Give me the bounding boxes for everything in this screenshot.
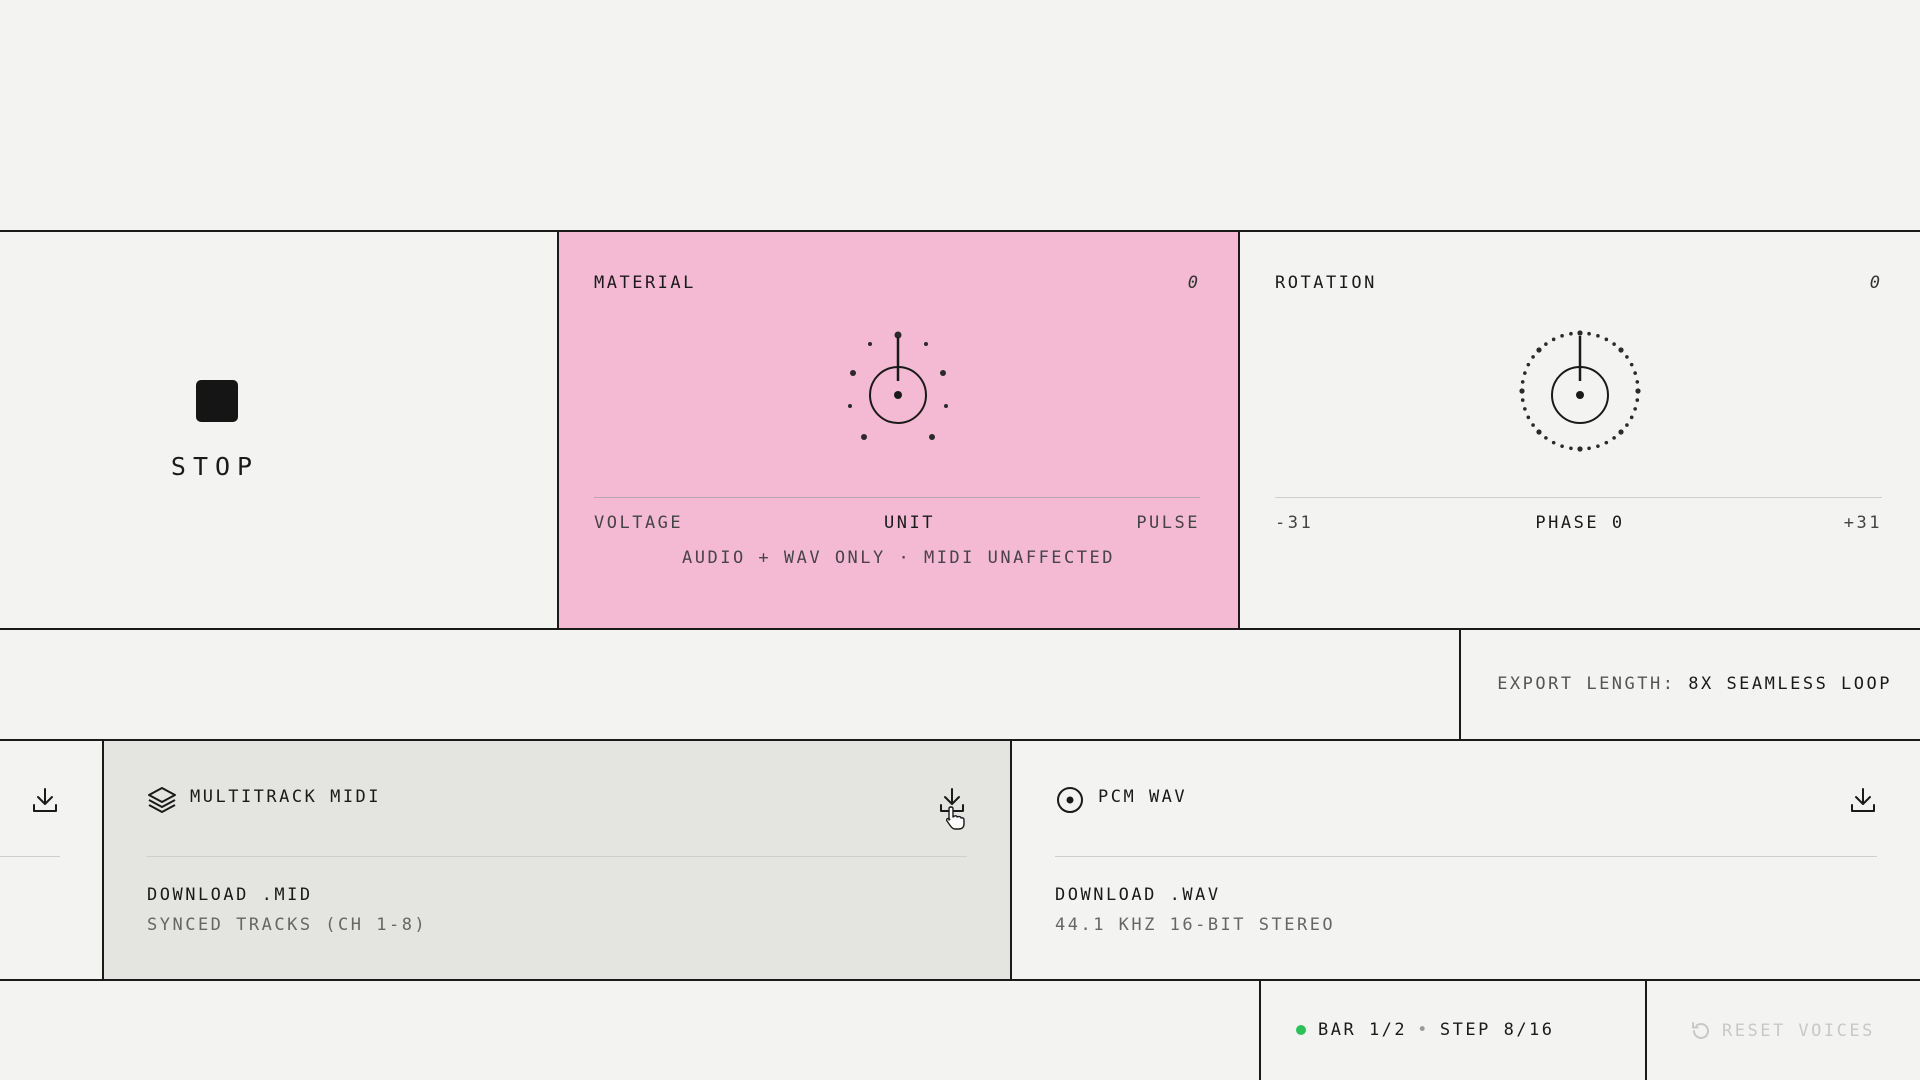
- grid-line: [1259, 979, 1261, 1080]
- status-led: [1296, 1025, 1306, 1035]
- midi-download-label: DOWNLOAD .MID: [147, 885, 313, 905]
- knob-detent-dot: [1577, 446, 1583, 452]
- playback-status: BAR 1/2 • STEP 8/16: [1296, 1020, 1555, 1040]
- midi-description: SYNCED TRACKS (CH 1-8): [147, 915, 428, 935]
- knob-detent-dot: [1560, 334, 1564, 338]
- knob-detent-dot: [1544, 342, 1548, 346]
- material-value: 0: [1187, 273, 1200, 293]
- download-icon[interactable]: [30, 785, 60, 815]
- stop-button[interactable]: [196, 380, 238, 422]
- knob-detent-dot: [1635, 398, 1640, 402]
- material-panel: MATERIAL 0 VOLTAGE UNIT PULSE AUDIO + WA…: [559, 232, 1238, 628]
- material-knob[interactable]: [838, 327, 958, 447]
- knob-detent-dot: [1531, 423, 1535, 427]
- rotation-knob[interactable]: [1515, 327, 1645, 457]
- knob-detent-dot: [1526, 362, 1531, 367]
- grid-line: [1459, 628, 1461, 741]
- wav-title: PCM WAV: [1098, 787, 1188, 807]
- bar-counter: BAR 1/2: [1318, 1020, 1408, 1040]
- knob-detent-dot: [1612, 342, 1616, 346]
- knob-detent-dot: [1618, 347, 1624, 353]
- reset-voices-button[interactable]: RESET VOICES: [1690, 1020, 1875, 1042]
- knob-detent-dot: [1551, 440, 1556, 445]
- step-counter: STEP 8/16: [1439, 1020, 1555, 1040]
- export-length[interactable]: EXPORT LENGTH: 8X SEAMLESS LOOP: [1462, 674, 1892, 694]
- rotation-value: 0: [1869, 273, 1882, 293]
- wav-download-label: DOWNLOAD .WAV: [1055, 885, 1221, 905]
- knob-detent-dot: [1536, 347, 1542, 353]
- knob-detent-dot: [1544, 436, 1548, 440]
- material-tick-right: PULSE: [1136, 513, 1200, 533]
- knob-detent-dot: [1536, 429, 1542, 435]
- grid-line: [0, 628, 1920, 630]
- grid-line: [0, 979, 1920, 981]
- knob-detent-dot: [1629, 415, 1634, 420]
- knob-detent-dot: [1596, 334, 1600, 338]
- export-length-label: EXPORT LENGTH:: [1497, 674, 1676, 694]
- card-divider: [0, 856, 60, 857]
- knob-detent-dot: [1618, 429, 1624, 435]
- knob-detent-dot: [1551, 337, 1556, 342]
- knob-detent-dot: [1612, 436, 1616, 440]
- knob-detent-dot: [1604, 337, 1609, 342]
- card-divider: [1055, 856, 1877, 857]
- stop-label: STOP: [170, 452, 260, 481]
- reset-icon: [1692, 1022, 1709, 1039]
- knob-detent-dot: [1596, 444, 1600, 448]
- knob-detent-dot: [1604, 440, 1609, 445]
- status-separator: •: [1417, 1020, 1430, 1040]
- hand-cursor-icon: [945, 806, 965, 830]
- rotation-panel: ROTATION 0 -31 PHASE 0 +31: [1240, 232, 1920, 628]
- grid-line: [1645, 979, 1647, 1080]
- knob-detent-dot: [1629, 362, 1634, 367]
- knob-detent-dot: [1523, 371, 1527, 375]
- wav-description: 44.1 KHZ 16-BIT STEREO: [1055, 915, 1336, 935]
- material-note: AUDIO + WAV ONLY · MIDI UNAFFECTED: [682, 548, 1115, 568]
- knob-detent-dot: [1569, 446, 1573, 451]
- knob-detent-dot: [1569, 331, 1573, 336]
- material-divider: [594, 497, 1200, 498]
- partial-export-card: [0, 741, 102, 979]
- rotation-tick-mid: PHASE 0: [1535, 513, 1625, 533]
- knob-detent-dot: [1625, 423, 1629, 427]
- knob-detent-dot: [1526, 415, 1531, 420]
- export-length-value: 8X SEAMLESS LOOP: [1688, 674, 1892, 694]
- knob-detent-dot: [1625, 355, 1629, 359]
- transport-panel: STOP: [0, 232, 557, 628]
- midi-export-card[interactable]: MULTITRACK MIDI DOWNLOAD .MID SYNCED TRA…: [104, 741, 1010, 979]
- knob-detent-dot: [1587, 446, 1591, 451]
- knob-detent-dot: [1577, 330, 1583, 336]
- disc-icon: [1057, 787, 1083, 813]
- wav-export-card[interactable]: PCM WAV DOWNLOAD .WAV 44.1 KHZ 16-BIT ST…: [1012, 741, 1920, 979]
- reset-voices-label: RESET VOICES: [1722, 1021, 1875, 1041]
- knob-detent-dot: [1531, 355, 1535, 359]
- rotation-title: ROTATION: [1275, 273, 1377, 293]
- knob-detent-dot: [1523, 407, 1527, 411]
- knob-detent-dot: [1520, 380, 1525, 384]
- layers-icon: [148, 787, 176, 813]
- material-tick-mid: UNIT: [884, 513, 935, 533]
- knob-detent-dot: [1635, 388, 1641, 394]
- knob-detent-dot: [1635, 380, 1640, 384]
- rotation-tick-right: +31: [1843, 513, 1882, 533]
- card-divider: [147, 856, 967, 857]
- knob-detent-dot: [1519, 388, 1525, 394]
- knob-detent-dot: [1633, 407, 1637, 411]
- material-tick-left: VOLTAGE: [594, 513, 684, 533]
- material-title: MATERIAL: [594, 273, 696, 293]
- rotation-divider: [1275, 497, 1882, 498]
- knob-detent-dot: [1520, 398, 1525, 402]
- knob-detent-dot: [1633, 371, 1637, 375]
- knob-detent-dot: [1587, 331, 1591, 336]
- midi-title: MULTITRACK MIDI: [190, 787, 382, 807]
- knob-detent-dot: [1560, 444, 1564, 448]
- wav-download-icon[interactable]: [1848, 785, 1878, 815]
